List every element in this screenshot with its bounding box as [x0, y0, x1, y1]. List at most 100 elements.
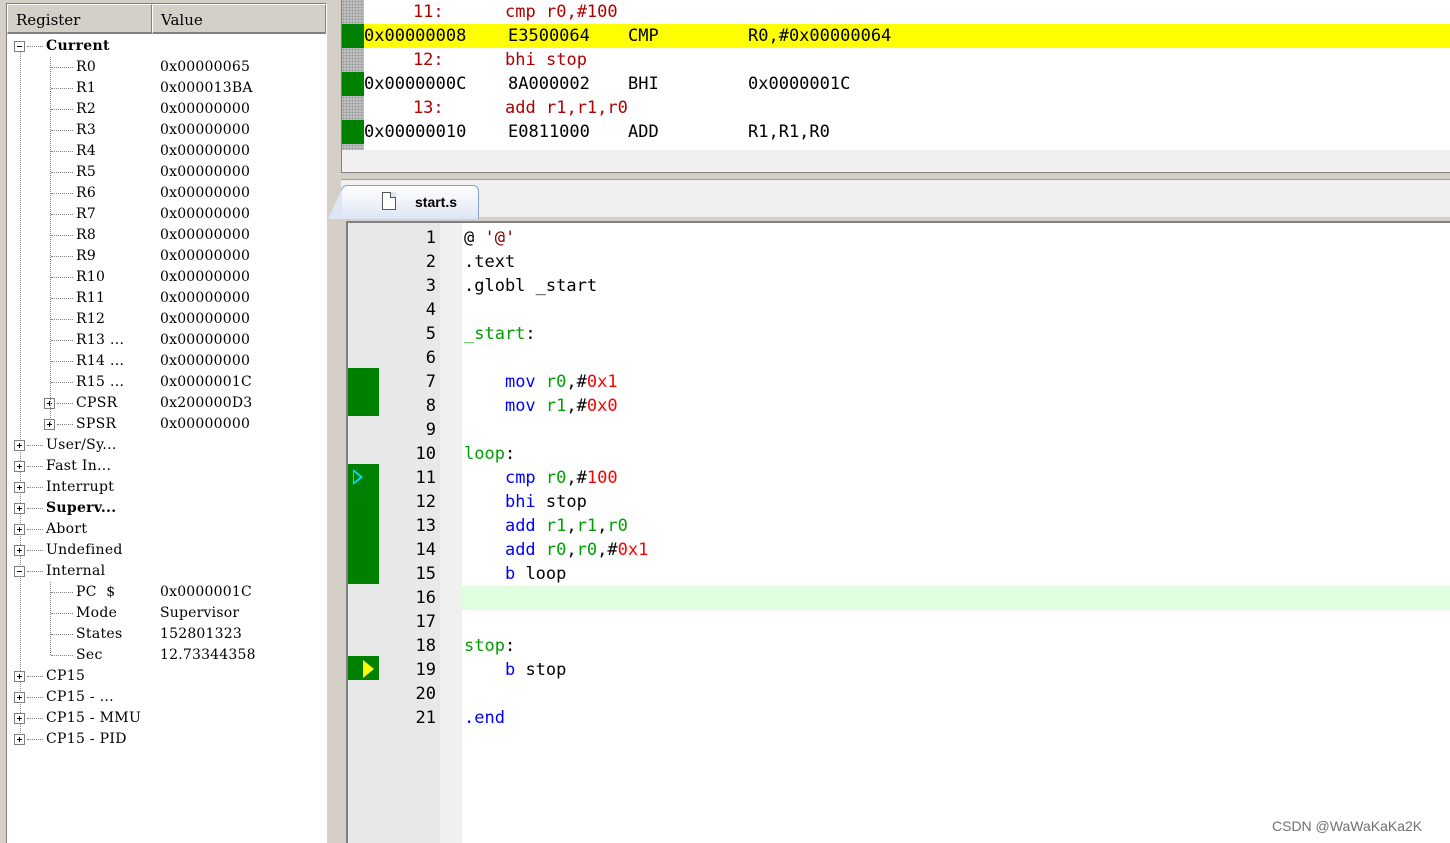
- register-row[interactable]: Undefined: [7, 540, 326, 561]
- code-line[interactable]: 18 stop:: [348, 634, 1450, 658]
- expand-icon[interactable]: [14, 545, 25, 556]
- disasm-source-line[interactable]: 13: add r1,r1,r0: [342, 96, 1450, 120]
- disasm-source-line[interactable]: 12: bhi stop: [342, 48, 1450, 72]
- register-row[interactable]: Current: [7, 36, 326, 57]
- tree-connector: [51, 592, 73, 593]
- code-line[interactable]: 11 cmp r0,#100: [348, 466, 1450, 490]
- line-number: 17: [415, 612, 436, 632]
- register-row[interactable]: R14 ... 0x00000000: [7, 351, 326, 372]
- disasm-instruction[interactable]: 0x00000008 E3500064 CMP R0,#0x00000064: [342, 24, 1450, 48]
- code-line[interactable]: 2 .text: [348, 250, 1450, 274]
- register-row[interactable]: Interrupt: [7, 477, 326, 498]
- register-row[interactable]: User/Sy...: [7, 435, 326, 456]
- register-row[interactable]: R2 0x00000000: [7, 99, 326, 120]
- disassembly-view[interactable]: 11: cmp r0,#100 0x00000008 E3500064 CMP R0,#…: [341, 0, 1450, 173]
- disassembly-scroll-area[interactable]: [342, 150, 1450, 172]
- code-line[interactable]: 9: [348, 418, 1450, 442]
- tree-connector: [51, 340, 73, 341]
- disasm-instruction[interactable]: 0x00000010 E0811000 ADD R1,R1,R0: [342, 120, 1450, 144]
- register-row[interactable]: R7 0x00000000: [7, 204, 326, 225]
- code-line[interactable]: 5 _start:: [348, 322, 1450, 346]
- register-row[interactable]: Mode Supervisor: [7, 603, 326, 624]
- register-row[interactable]: CPSR 0x200000D3: [7, 393, 326, 414]
- register-row[interactable]: R13 ... 0x00000000: [7, 330, 326, 351]
- register-name: CPSR: [76, 395, 118, 411]
- source-editor[interactable]: 1 @ '@' 2 .text 3 .globl _start 4 5 _start: 6 7 mo…: [346, 221, 1450, 843]
- register-row[interactable]: SPSR 0x00000000: [7, 414, 326, 435]
- tab-start-s[interactable]: start.s: [328, 185, 479, 219]
- register-row[interactable]: CP15 - PID: [7, 729, 326, 750]
- expand-icon[interactable]: [14, 461, 25, 472]
- register-group-label: CP15 - ...: [46, 689, 114, 705]
- disasm-instruction[interactable]: 0x0000000C 8A000002 BHI 0x0000001C: [342, 72, 1450, 96]
- watermark: CSDN @WaWaKaKa2K: [1272, 818, 1423, 834]
- code-line[interactable]: 20: [348, 682, 1450, 706]
- line-number: 1: [425, 228, 436, 248]
- code-line[interactable]: 15 b loop: [348, 562, 1450, 586]
- expand-icon[interactable]: [14, 482, 25, 493]
- code-token: b: [504, 564, 516, 584]
- register-group-label: User/Sy...: [46, 437, 117, 453]
- code-line[interactable]: 10 loop:: [348, 442, 1450, 466]
- line-number: 10: [415, 444, 436, 464]
- register-row[interactable]: CP15 - ...: [7, 687, 326, 708]
- collapse-icon[interactable]: [14, 566, 25, 577]
- register-row[interactable]: Internal: [7, 561, 326, 582]
- register-row[interactable]: R0 0x00000065: [7, 57, 326, 78]
- register-row[interactable]: R11 0x00000000: [7, 288, 326, 309]
- register-row[interactable]: Sec 12.73344358: [7, 645, 326, 666]
- register-row[interactable]: Fast In...: [7, 456, 326, 477]
- code-line[interactable]: 19 b stop: [348, 658, 1450, 682]
- code-line[interactable]: 3 .globl _start: [348, 274, 1450, 298]
- column-header-value[interactable]: Value: [152, 4, 326, 34]
- register-tree-view[interactable]: Register Value Current R0 0x00000065 R1 0x00…: [6, 3, 327, 843]
- expand-icon[interactable]: [14, 440, 25, 451]
- code-line[interactable]: 13 add r1,r1,r0: [348, 514, 1450, 538]
- line-number: 13: [415, 516, 436, 536]
- register-row[interactable]: R1 0x000013BA: [7, 78, 326, 99]
- code-line[interactable]: 1 @ '@': [348, 226, 1450, 250]
- expand-icon[interactable]: [14, 734, 25, 745]
- code-line[interactable]: 6: [348, 346, 1450, 370]
- register-row[interactable]: R15 ... 0x0000001C: [7, 372, 326, 393]
- register-row[interactable]: R12 0x00000000: [7, 309, 326, 330]
- register-row[interactable]: R10 0x00000000: [7, 267, 326, 288]
- tree-connector-line: [50, 582, 51, 655]
- code-line[interactable]: 16: [348, 586, 1450, 610]
- column-header-register[interactable]: Register: [7, 4, 152, 34]
- line-number: 15: [415, 564, 436, 584]
- code-line[interactable]: 4: [348, 298, 1450, 322]
- register-row[interactable]: PC $ 0x0000001C: [7, 582, 326, 603]
- register-row[interactable]: Superv...: [7, 498, 326, 519]
- expand-icon[interactable]: [14, 713, 25, 724]
- expand-icon[interactable]: [14, 524, 25, 535]
- code-token: :: [525, 324, 536, 344]
- code-token: 0x1: [617, 540, 649, 560]
- register-row[interactable]: R3 0x00000000: [7, 120, 326, 141]
- register-row[interactable]: R6 0x00000000: [7, 183, 326, 204]
- disasm-source-line[interactable]: 11: cmp r0,#100: [342, 0, 1450, 24]
- register-row[interactable]: R8 0x00000000: [7, 225, 326, 246]
- code-line[interactable]: 8 mov r1,#0x0: [348, 394, 1450, 418]
- code-line[interactable]: 14 add r0,r0,#0x1: [348, 538, 1450, 562]
- code-line[interactable]: 21 .end: [348, 706, 1450, 730]
- register-row[interactable]: CP15: [7, 666, 326, 687]
- code-line[interactable]: 7 mov r0,#0x1: [348, 370, 1450, 394]
- register-value: 0x00000000: [160, 101, 251, 117]
- expand-icon[interactable]: [14, 671, 25, 682]
- register-row[interactable]: States 152801323: [7, 624, 326, 645]
- code-line[interactable]: 12 bhi stop: [348, 490, 1450, 514]
- expand-icon[interactable]: [14, 692, 25, 703]
- register-row[interactable]: R5 0x00000000: [7, 162, 326, 183]
- tree-connector: [27, 550, 43, 551]
- register-row[interactable]: R4 0x00000000: [7, 141, 326, 162]
- collapse-icon[interactable]: [14, 41, 25, 52]
- register-row[interactable]: R9 0x00000000: [7, 246, 326, 267]
- code-line[interactable]: 17: [348, 610, 1450, 634]
- register-row[interactable]: CP15 - MMU: [7, 708, 326, 729]
- register-row[interactable]: Abort: [7, 519, 326, 540]
- code-text: .globl _start: [464, 276, 597, 296]
- expand-icon[interactable]: [14, 503, 25, 514]
